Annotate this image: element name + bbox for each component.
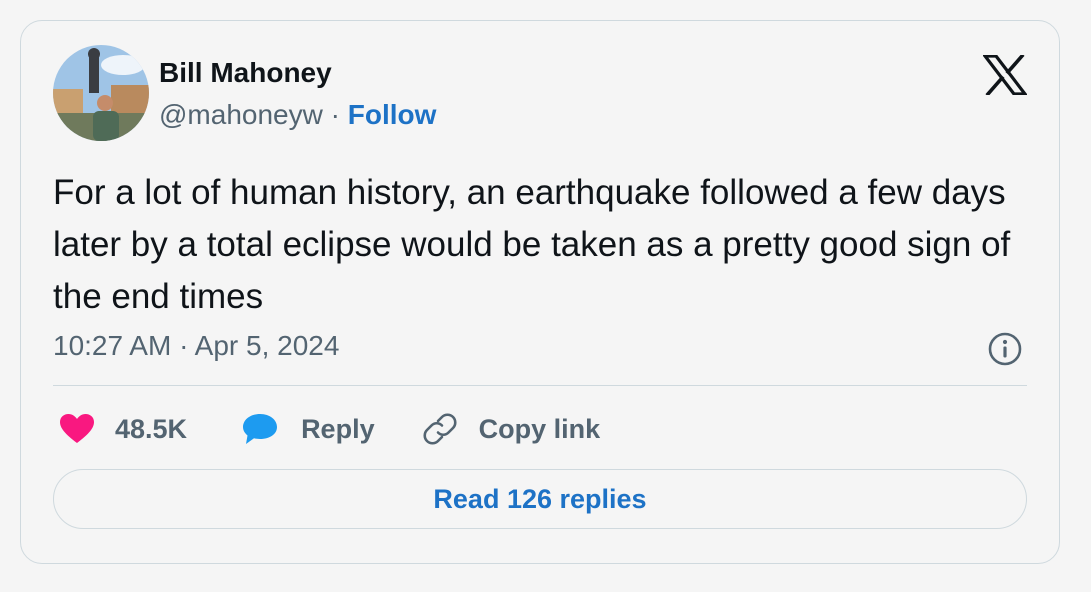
copy-link-button[interactable]: Copy link	[423, 412, 601, 446]
x-logo-icon[interactable]	[981, 53, 1029, 97]
handle-separator: ·	[330, 99, 348, 130]
reply-label: Reply	[301, 413, 375, 444]
copy-link-label: Copy link	[478, 413, 601, 444]
like-button[interactable]: 48.5K	[59, 413, 187, 445]
read-replies-button[interactable]: Read 126 replies	[53, 469, 1027, 529]
tweet-embed-card: Bill Mahoney @mahoneyw · Follow For a lo…	[20, 20, 1060, 564]
tweet-timestamp[interactable]: 10:27 AM · Apr 5, 2024	[53, 330, 339, 362]
follow-link[interactable]: Follow	[348, 99, 437, 130]
like-count: 48.5K	[115, 413, 188, 444]
heart-icon	[59, 413, 95, 445]
link-icon	[423, 412, 457, 446]
divider	[53, 385, 1027, 386]
tweet-text: For a lot of human history, an earthquak…	[53, 173, 1011, 316]
handle-row: @mahoneyw · Follow	[159, 99, 436, 131]
info-icon[interactable]	[987, 331, 1023, 367]
user-handle[interactable]: @mahoneyw	[159, 99, 323, 130]
avatar[interactable]	[53, 45, 149, 141]
action-bar: 48.5K Reply Copy link	[59, 409, 600, 449]
speech-bubble-icon	[241, 412, 279, 446]
display-name[interactable]: Bill Mahoney	[159, 57, 332, 89]
avatar-photo	[53, 45, 149, 141]
reply-button[interactable]: Reply	[241, 412, 375, 446]
